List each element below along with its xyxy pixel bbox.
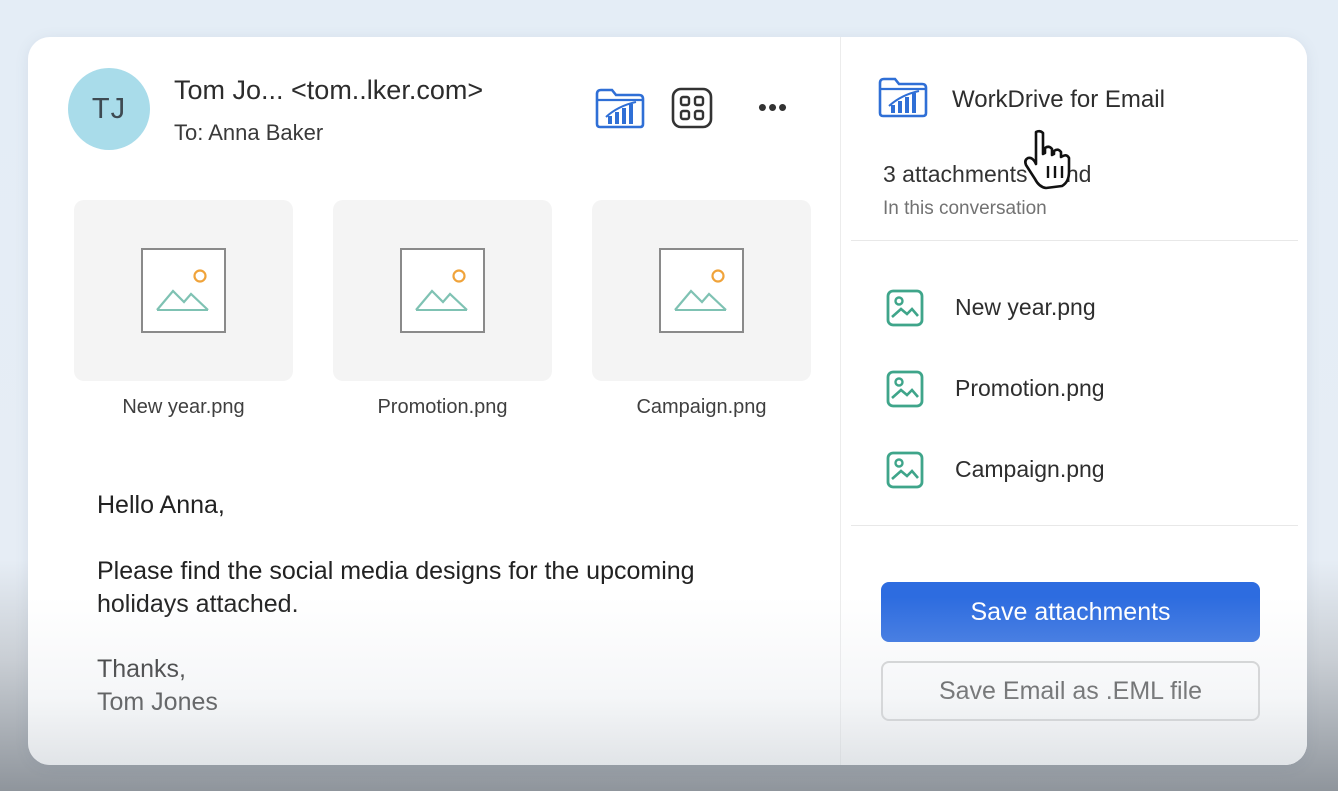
thumbnail-label: Campaign.png xyxy=(636,396,767,418)
image-file-icon xyxy=(886,370,924,408)
attachment-count-subtitle: In this conversation xyxy=(883,198,1047,219)
save-eml-button[interactable]: Save Email as .EML file xyxy=(881,661,1260,721)
more-icon: ••• xyxy=(757,91,789,122)
message-body-line: holidays attached. xyxy=(97,590,299,618)
email-card: TJ Tom Jo... <tom..lker.com> To: Anna Ba… xyxy=(28,37,1307,765)
image-file-icon xyxy=(886,289,924,327)
file-item-new-year[interactable]: New year.png xyxy=(883,285,1283,331)
thumbnail-label: Promotion.png xyxy=(377,396,508,418)
image-placeholder-icon xyxy=(659,248,744,333)
divider xyxy=(851,240,1298,241)
workdrive-folder-icon xyxy=(595,88,645,129)
hand-pointer-cursor-icon xyxy=(1024,129,1071,190)
recipient-line: To: Anna Baker xyxy=(174,120,324,145)
image-placeholder-icon xyxy=(400,248,485,333)
image-file-icon xyxy=(886,451,924,489)
image-placeholder-icon xyxy=(141,248,226,333)
workdrive-button[interactable] xyxy=(593,85,647,131)
save-attachments-button[interactable]: Save attachments xyxy=(881,582,1260,642)
attachment-thumbnail-promotion[interactable] xyxy=(333,200,552,381)
workdrive-folder-icon xyxy=(878,77,928,118)
message-greeting: Hello Anna, xyxy=(97,491,225,519)
file-item-promotion[interactable]: Promotion.png xyxy=(883,366,1283,412)
message-body-line: Please find the social media designs for… xyxy=(97,557,695,585)
file-name: Campaign.png xyxy=(955,456,1105,482)
sender-name[interactable]: Tom Jo... <tom..lker.com> xyxy=(174,75,483,106)
file-item-campaign[interactable]: Campaign.png xyxy=(883,447,1283,493)
avatar: TJ xyxy=(68,68,150,150)
panel-title: WorkDrive for Email xyxy=(952,86,1165,113)
file-name: Promotion.png xyxy=(955,375,1105,401)
email-pane: TJ Tom Jo... <tom..lker.com> To: Anna Ba… xyxy=(28,37,840,765)
file-name: New year.png xyxy=(955,294,1096,320)
apps-button[interactable] xyxy=(670,86,714,130)
message-signature: Tom Jones xyxy=(97,688,218,716)
message-closing: Thanks, xyxy=(97,655,186,683)
divider xyxy=(851,525,1298,526)
more-options-button[interactable]: ••• xyxy=(750,92,796,122)
apps-grid-icon xyxy=(671,87,713,129)
attachment-thumbnail-new-year[interactable] xyxy=(74,200,293,381)
thumbnail-label: New year.png xyxy=(122,396,245,418)
attachment-thumbnail-campaign[interactable] xyxy=(592,200,811,381)
